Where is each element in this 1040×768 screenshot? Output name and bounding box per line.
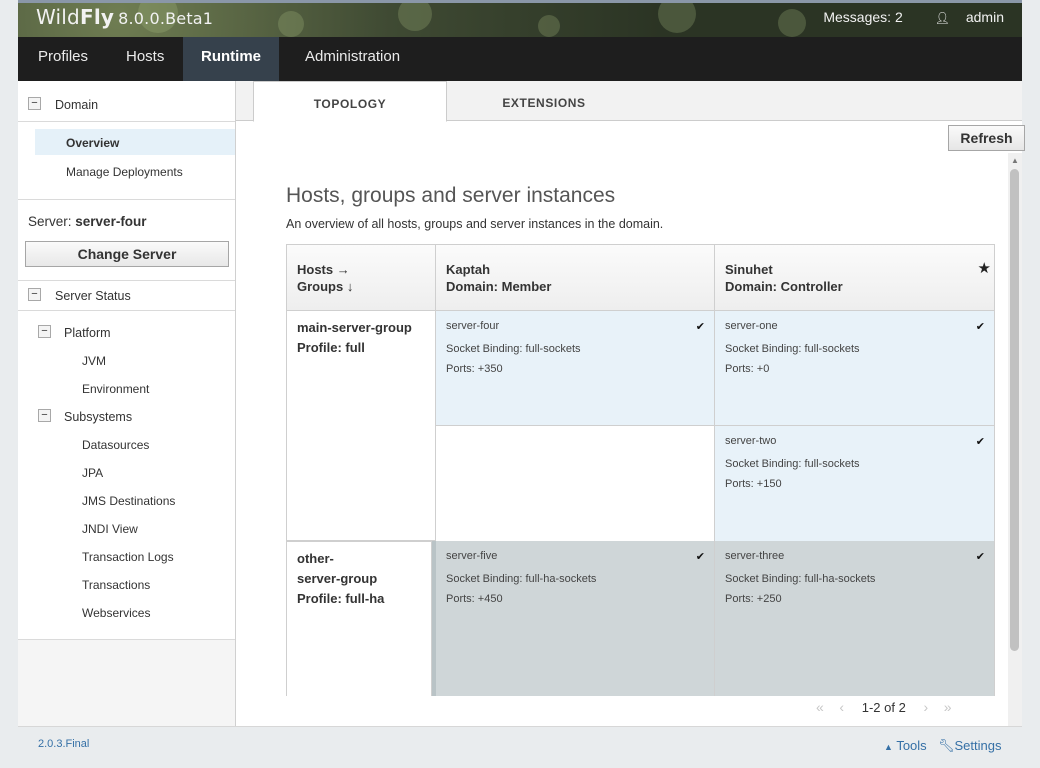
scroll-up-icon[interactable]: ▲	[1011, 156, 1019, 165]
settings-link[interactable]: 🔧︎Settings	[938, 738, 1002, 754]
footer: 2.0.3.Final ▲ Tools 🔧︎Settings	[18, 726, 1022, 768]
page-title: Hosts, groups and server instances	[286, 184, 616, 207]
sidebar-item-manage-deployments[interactable]: Manage Deployments	[66, 165, 183, 179]
prev-page-icon[interactable]: ‹	[839, 699, 844, 715]
wrench-icon: 🔧︎	[938, 738, 955, 753]
refresh-button[interactable]: Refresh	[948, 125, 1025, 151]
nav-administration[interactable]: Administration	[287, 37, 418, 81]
sidebar-item-transaction-logs[interactable]: Transaction Logs	[82, 550, 174, 564]
footer-version[interactable]: 2.0.3.Final	[38, 738, 89, 750]
check-icon: ✔	[695, 551, 705, 563]
collapse-platform-icon[interactable]: −	[38, 325, 51, 338]
sidebar-item-overview[interactable]: Overview	[66, 136, 119, 150]
sidebar-item-jpa[interactable]: JPA	[82, 466, 103, 480]
next-page-icon[interactable]: ›	[923, 699, 928, 715]
check-icon: ✔	[975, 551, 985, 563]
tools-link[interactable]: ▲ Tools	[884, 738, 927, 753]
star-icon: ★	[977, 260, 991, 277]
collapse-domain-icon[interactable]: −	[28, 97, 41, 110]
check-icon: ✔	[975, 436, 985, 448]
current-server-name: server-four	[75, 214, 147, 229]
sidebar-item-environment[interactable]: Environment	[82, 382, 149, 396]
pager: « ‹ 1-2 of 2 › »	[816, 699, 952, 715]
corner-header: Hosts → Groups ↓	[287, 245, 436, 311]
server-cell-server-three[interactable]: server-three Socket Binding: full-ha-soc…	[715, 541, 994, 696]
current-server-label: Server: server-four	[28, 214, 147, 229]
messages-link[interactable]: Messages: 2	[823, 9, 902, 25]
collapse-subsystems-icon[interactable]: −	[38, 409, 51, 422]
sidebar-item-webservices[interactable]: Webservices	[82, 606, 150, 620]
collapse-server-status-icon[interactable]: −	[28, 288, 41, 301]
server-cell-empty	[436, 426, 715, 541]
sidebar-subsystems-header[interactable]: Subsystems	[64, 410, 132, 424]
server-cell-server-five[interactable]: server-five Socket Binding: full-ha-sock…	[436, 541, 715, 696]
nav-profiles[interactable]: Profiles	[20, 37, 106, 81]
tab-bar: TOPOLOGY EXTENSIONS	[236, 81, 1022, 122]
last-page-icon[interactable]: »	[944, 699, 952, 715]
sidebar-server-status-header[interactable]: Server Status	[55, 289, 131, 303]
first-page-icon[interactable]: «	[816, 699, 824, 715]
sidebar-item-jndi-view[interactable]: JNDI View	[82, 522, 138, 536]
nav-runtime[interactable]: Runtime	[183, 37, 279, 81]
group-main-server-group[interactable]: main-server-group Profile: full	[287, 311, 436, 541]
host-header-sinuhet: Sinuhet Domain: Controller ★	[715, 245, 994, 311]
tab-topology[interactable]: TOPOLOGY	[253, 81, 447, 122]
server-cell-server-four[interactable]: server-four Socket Binding: full-sockets…	[436, 311, 715, 426]
change-server-button[interactable]: Change Server	[25, 241, 229, 267]
app-frame: WildFly 8.0.0.Beta1 Messages: 2 👤︎ admin P…	[18, 0, 1025, 768]
pager-range: 1-2 of 2	[861, 700, 906, 715]
server-cell-server-one[interactable]: server-one Socket Binding: full-sockets …	[715, 311, 994, 426]
sidebar: − Domain Overview Manage Deployments Ser…	[18, 81, 236, 726]
sidebar-item-transactions[interactable]: Transactions	[82, 578, 150, 592]
header-banner: WildFly 8.0.0.Beta1 Messages: 2 👤︎ admin	[18, 0, 1022, 37]
nav-hosts[interactable]: Hosts	[108, 37, 182, 81]
tab-extensions[interactable]: EXTENSIONS	[449, 81, 639, 121]
main-content: TOPOLOGY EXTENSIONS Refresh ▲ Hosts, gro…	[236, 81, 1025, 726]
scrollbar[interactable]: ▲	[1008, 153, 1022, 726]
topology-table: Hosts → Groups ↓ Kaptah Domain: Member S…	[286, 244, 995, 696]
scrollbar-thumb[interactable]	[1010, 169, 1019, 651]
sidebar-item-jvm[interactable]: JVM	[82, 354, 106, 368]
main-nav: Profiles Hosts Runtime Administration	[18, 37, 1022, 81]
check-icon: ✔	[975, 321, 985, 333]
host-header-kaptah: Kaptah Domain: Member	[436, 245, 715, 311]
page-description: An overview of all hosts, groups and ser…	[286, 217, 664, 231]
version-label: 8.0.0.Beta1	[118, 9, 214, 28]
arrow-up-icon: ▲	[884, 742, 893, 752]
wildfly-logo: WildFly 8.0.0.Beta1	[36, 5, 214, 29]
sidebar-item-datasources[interactable]: Datasources	[82, 438, 149, 452]
top-right-links: Messages: 2 👤︎ admin	[809, 9, 1004, 25]
user-icon: 👤︎	[934, 11, 950, 25]
check-icon: ✔	[695, 321, 705, 333]
sidebar-domain-header[interactable]: Domain	[55, 98, 98, 112]
sidebar-platform-header[interactable]: Platform	[64, 326, 111, 340]
group-other-server-group[interactable]: other- server-group Profile: full-ha	[287, 541, 432, 696]
user-menu[interactable]: 👤︎ admin	[921, 9, 1004, 25]
sidebar-selection-bg	[35, 129, 235, 155]
server-cell-server-two[interactable]: server-two Socket Binding: full-sockets …	[715, 426, 994, 541]
sidebar-item-jms-destinations[interactable]: JMS Destinations	[82, 494, 175, 508]
